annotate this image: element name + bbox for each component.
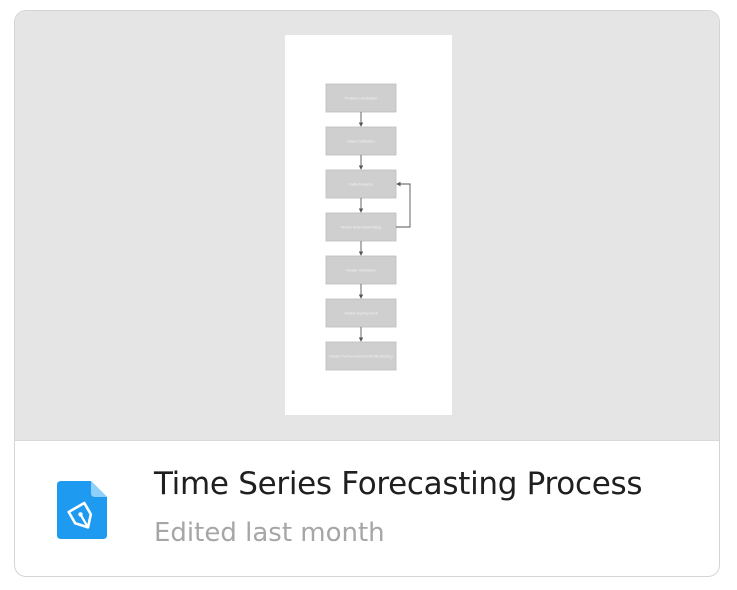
flow-step-label: Data Collection bbox=[347, 139, 374, 144]
flow-step-label: Model Performance/Drift Monitoring bbox=[329, 354, 392, 359]
flowchart-diagram: Problem Definition Data Collection Data An… bbox=[325, 83, 411, 371]
flow-step-label: Model Deployment bbox=[344, 311, 378, 316]
flow-step-label: Problem Definition bbox=[345, 96, 378, 101]
flow-step-label: Model Selection/Fitting bbox=[341, 225, 381, 230]
edited-timestamp: Edited last month bbox=[154, 518, 385, 548]
file-title[interactable]: Time Series Forecasting Process bbox=[154, 466, 642, 502]
file-card[interactable]: Problem Definition Data Collection Data An… bbox=[14, 10, 720, 577]
flow-step-label: Data Analysis bbox=[349, 182, 373, 187]
flow-feedback-arrow bbox=[396, 181, 411, 228]
flowchart-thumbnail: Problem Definition Data Collection Data An… bbox=[285, 35, 452, 415]
thumbnail-preview: Problem Definition Data Collection Data An… bbox=[15, 11, 719, 441]
flow-step-label: Model Validation bbox=[346, 268, 375, 273]
pen-document-icon bbox=[57, 479, 109, 541]
